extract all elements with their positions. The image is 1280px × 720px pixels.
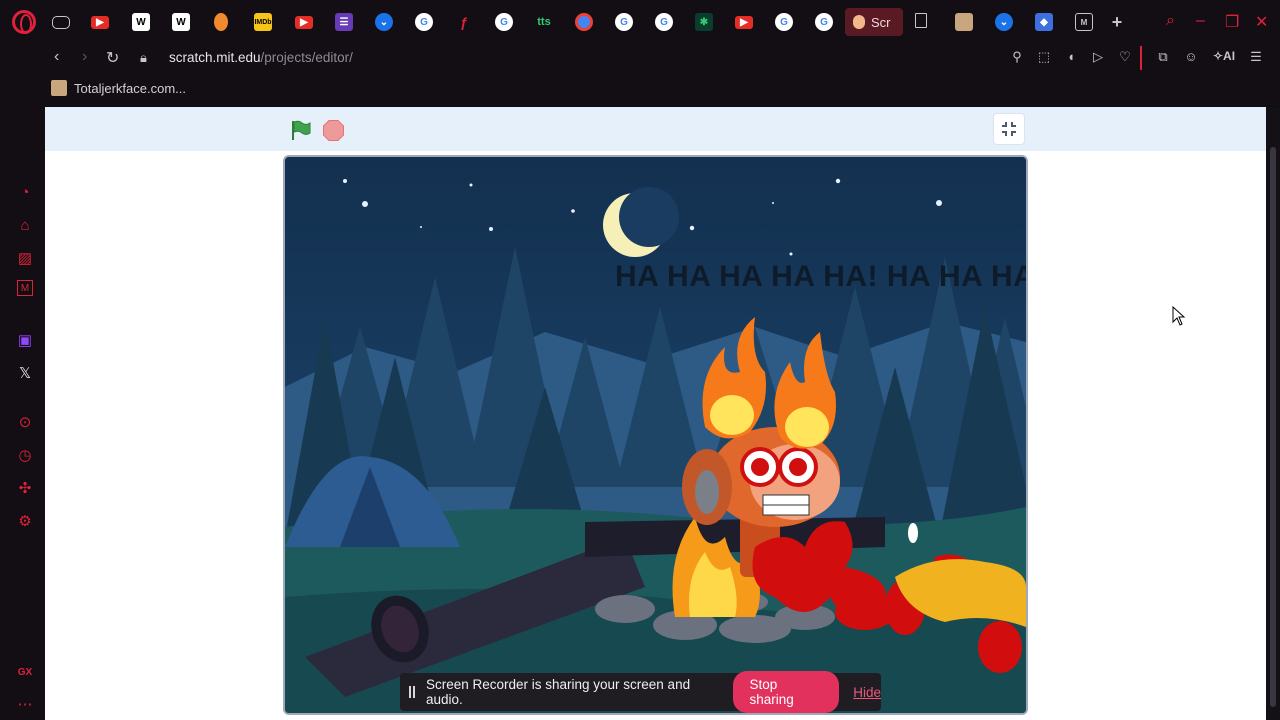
bookmark-favicon-icon — [51, 80, 67, 96]
close-icon[interactable]: ✕ — [1255, 12, 1268, 32]
sidebar: ◔ ⌂ ▨ M ▣ 𝕏 ⊙ ◷ ✣ ⚙ GX ⋯ — [0, 106, 45, 720]
heart-icon[interactable]: ♡ — [1117, 49, 1133, 65]
player-icon[interactable]: ⊙ — [15, 412, 35, 432]
profile-icon[interactable]: ☺ — [1183, 49, 1199, 65]
pin-icon[interactable]: ⚲ — [1009, 49, 1025, 65]
back-icon[interactable]: ‹ — [54, 48, 59, 66]
gx-label[interactable]: GX — [15, 662, 35, 682]
opera-logo-icon[interactable] — [12, 10, 36, 34]
play-icon[interactable]: ▷ — [1090, 49, 1106, 65]
active-tab[interactable]: Scr — [845, 8, 903, 36]
google-tab-icon-4[interactable]: G — [655, 13, 673, 31]
speech-text: HA HA HA HA HA! HA HA HA — [615, 260, 1028, 293]
drag-handle-icon[interactable] — [409, 686, 415, 698]
recorder-message: Screen Recorder is sharing your screen a… — [425, 677, 691, 707]
ai-label: AI — [1223, 49, 1236, 63]
pocket-icon[interactable]: ◖ — [1063, 49, 1079, 65]
page-scrollbar[interactable] — [1266, 107, 1280, 720]
url-host: scratch.mit.edu — [169, 50, 261, 65]
link-tab-icon[interactable]: ✱ — [695, 13, 713, 31]
search-icon[interactable]: ⌕ — [1166, 12, 1175, 30]
new-tab-icon[interactable]: + — [1108, 12, 1126, 32]
hide-link[interactable]: Hide — [853, 685, 881, 700]
extensions-sidebar-icon[interactable]: ✣ — [15, 478, 35, 498]
scroll-thumb[interactable] — [1270, 147, 1276, 707]
gamepad-tab-icon[interactable] — [52, 16, 70, 29]
youtube-tab-icon-2[interactable]: ▶ — [295, 16, 313, 29]
stage-header — [45, 107, 1266, 151]
menu-icon[interactable]: ☰ — [1248, 49, 1264, 65]
active-tab-title: Scr — [871, 14, 891, 30]
youtube-tab-icon-3[interactable]: ▶ — [735, 16, 753, 29]
tool-tab-icon[interactable]: ƒ — [455, 13, 473, 31]
exit-fullscreen-icon — [1002, 122, 1016, 136]
scratch-page: HA HA HA HA HA! HA HA HA — [45, 107, 1266, 720]
music-player-icon[interactable]: M — [17, 280, 33, 296]
address-bar: ‹ › ↻ 🔒︎ scratch.mit.edu/projects/editor… — [0, 44, 1280, 74]
forward-icon[interactable]: › — [82, 48, 87, 66]
tab-strip: ▶ W W IMDb ▶ ☰ ⌄ G ƒ G tts G G ✱ ▶ G G S… — [0, 0, 1280, 44]
url-field[interactable]: scratch.mit.edu/projects/editor/ — [169, 50, 353, 65]
stop-icon[interactable] — [323, 120, 344, 141]
more-icon[interactable]: ⋯ — [15, 694, 35, 714]
chevron-down-tab-icon-2[interactable]: ⌄ — [995, 13, 1013, 31]
google-tab-icon[interactable]: G — [415, 13, 433, 31]
stop-sharing-button[interactable]: Stop sharing — [733, 671, 840, 713]
wikipedia-tab-icon-2[interactable]: W — [172, 13, 190, 31]
minimize-icon[interactable]: – — [1196, 12, 1205, 30]
imdb-tab-icon[interactable]: IMDb — [254, 13, 272, 31]
reload-icon[interactable]: ↻ — [106, 48, 119, 68]
image-tab-icon[interactable] — [955, 13, 973, 31]
m-tab-icon[interactable]: M — [1075, 13, 1093, 31]
twitch-icon[interactable]: ▣ — [15, 330, 35, 350]
scratch-favicon-icon — [853, 15, 865, 29]
extensions-icon[interactable]: ⧉ — [1155, 49, 1171, 65]
bookmark-bar: Totaljerkface.com... — [0, 74, 1280, 106]
restore-icon[interactable]: ❐ — [1225, 12, 1239, 32]
bookmark-item[interactable]: Totaljerkface.com... — [51, 80, 186, 96]
google-tab-icon-2[interactable]: G — [495, 13, 513, 31]
cleaner-icon[interactable]: ▨ — [15, 248, 35, 268]
chevron-down-tab-icon[interactable]: ⌄ — [375, 13, 393, 31]
youtube-tab-icon[interactable]: ▶ — [91, 16, 109, 29]
google-tab-icon-3[interactable]: G — [615, 13, 633, 31]
exit-fullscreen-button[interactable] — [993, 113, 1025, 145]
speed-dial-icon[interactable]: ◔ — [15, 182, 35, 202]
google-tab-icon-5[interactable]: G — [775, 13, 793, 31]
screen-recorder-bar: Screen Recorder is sharing your screen a… — [400, 671, 881, 713]
tts-tab-icon[interactable]: tts — [535, 13, 553, 31]
wikipedia-tab-icon[interactable]: W — [132, 13, 150, 31]
green-flag-icon[interactable] — [290, 119, 312, 141]
toolbar-divider — [1140, 46, 1142, 70]
project-stage[interactable]: HA HA HA HA HA! HA HA HA — [283, 155, 1028, 715]
bookmark-label: Totaljerkface.com... — [74, 80, 186, 96]
document-tab-icon[interactable] — [915, 13, 927, 28]
figma-tab-icon[interactable] — [214, 13, 228, 31]
forms-tab-icon[interactable]: ☰ — [335, 13, 353, 31]
lock-icon: 🔒︎ — [140, 50, 147, 65]
settings-icon[interactable]: ⚙ — [15, 511, 35, 531]
url-path: /projects/editor/ — [260, 50, 353, 65]
gx-corner-icon[interactable]: ⌂ — [15, 215, 35, 235]
chrome-tab-icon[interactable] — [575, 13, 593, 31]
history-icon[interactable]: ◷ — [15, 445, 35, 465]
ai-button[interactable]: ✧AI — [1208, 49, 1240, 65]
x-twitter-icon[interactable]: 𝕏 — [15, 363, 35, 383]
mouse-cursor-icon — [1172, 306, 1186, 326]
campfire-scene — [285, 157, 1026, 713]
app-tab-icon[interactable]: ◆ — [1035, 13, 1053, 31]
snapshot-icon[interactable]: ⬚ — [1036, 49, 1052, 65]
google-tab-icon-6[interactable]: G — [815, 13, 833, 31]
